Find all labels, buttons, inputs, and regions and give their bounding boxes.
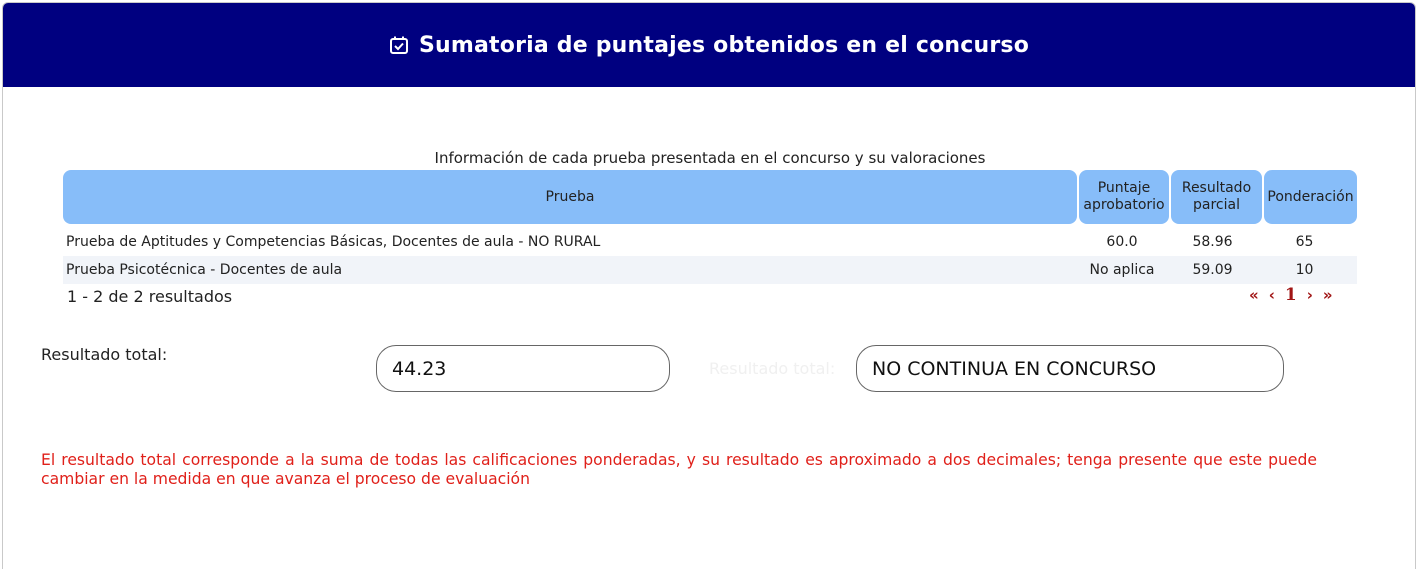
column-header-ponderacion[interactable]: Ponderación xyxy=(1264,170,1357,224)
table-row: Prueba Psicotécnica - Docentes de aula N… xyxy=(63,256,1357,284)
cell-puntaje-aprobatorio: No aplica xyxy=(1089,262,1155,278)
results-table: Prueba Puntaje aprobatorio Resultado par… xyxy=(63,170,1357,284)
column-header-resultado-parcial[interactable]: Resultado parcial xyxy=(1171,170,1262,224)
calendar-check-icon xyxy=(389,35,409,55)
next-page-button[interactable]: › xyxy=(1307,286,1313,304)
cell-prueba: Prueba de Aptitudes y Competencias Básic… xyxy=(66,234,601,250)
table-header-row: Prueba Puntaje aprobatorio Resultado par… xyxy=(63,170,1357,224)
last-page-button[interactable]: » xyxy=(1323,286,1333,304)
status-result-value: NO CONTINUA EN CONCURSO xyxy=(872,357,1157,380)
results-card: Sumatoria de puntajes obtenidos en el co… xyxy=(2,2,1416,569)
cell-resultado-parcial: 59.09 xyxy=(1192,262,1233,278)
current-page[interactable]: 1 xyxy=(1285,285,1297,305)
prev-page-button[interactable]: ‹ xyxy=(1269,286,1275,304)
total-result-value: 44.23 xyxy=(392,357,447,380)
column-header-puntaje-aprobatorio[interactable]: Puntaje aprobatorio xyxy=(1079,170,1169,224)
cell-ponderacion: 10 xyxy=(1295,262,1314,278)
page-title: Sumatoria de puntajes obtenidos en el co… xyxy=(418,32,1030,58)
total-result-label: Resultado total: xyxy=(41,345,168,364)
cell-prueba: Prueba Psicotécnica - Docentes de aula xyxy=(66,262,343,278)
total-result-field[interactable]: 44.23 xyxy=(376,345,670,392)
disclaimer-note: El resultado total corresponde a la suma… xyxy=(41,451,1317,488)
column-header-prueba[interactable]: Prueba xyxy=(63,170,1077,224)
table-body: Prueba de Aptitudes y Competencias Básic… xyxy=(63,228,1357,284)
page-header: Sumatoria de puntajes obtenidos en el co… xyxy=(3,3,1415,87)
cell-puntaje-aprobatorio: 60.0 xyxy=(1106,234,1138,250)
status-result-label: Resultado total: xyxy=(709,359,836,378)
table-row: Prueba de Aptitudes y Competencias Básic… xyxy=(63,228,1357,256)
pagination: « ‹ 1 › » xyxy=(1249,285,1333,305)
first-page-button[interactable]: « xyxy=(1249,286,1259,304)
pagination-summary: 1 - 2 de 2 resultados xyxy=(67,287,233,306)
column-header-label: Puntaje aprobatorio xyxy=(1083,180,1165,213)
table-caption: Información de cada prueba presentada en… xyxy=(434,149,986,167)
cell-ponderacion: 65 xyxy=(1295,234,1314,250)
column-header-label: Resultado parcial xyxy=(1181,180,1252,213)
cell-resultado-parcial: 58.96 xyxy=(1192,234,1233,250)
status-result-field[interactable]: NO CONTINUA EN CONCURSO xyxy=(856,345,1284,392)
